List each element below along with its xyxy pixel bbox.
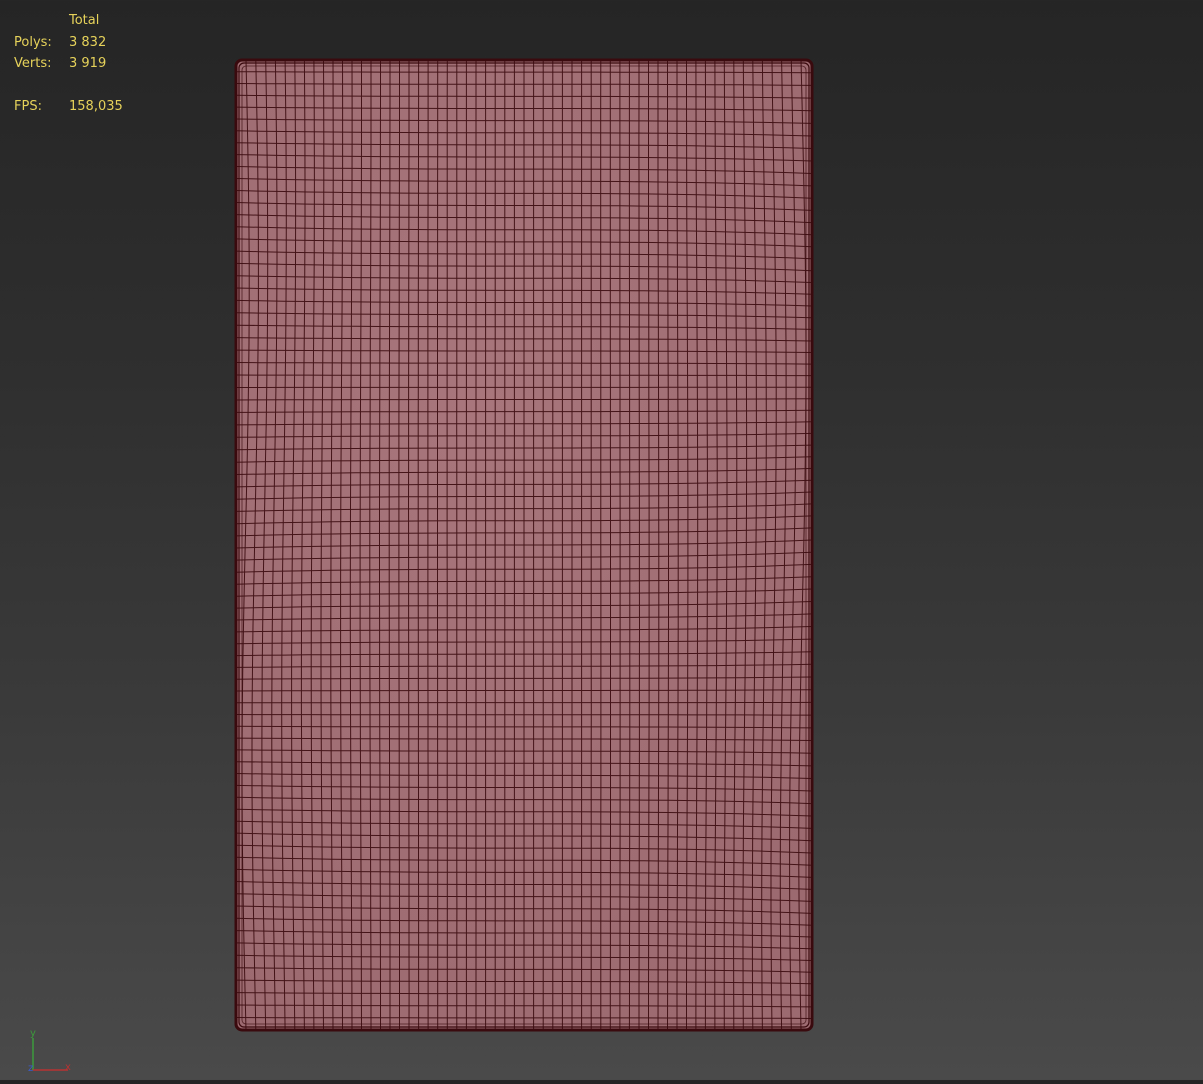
stats-header: Total — [69, 13, 100, 28]
wireframe-mesh[interactable] — [0, 0, 1203, 1080]
fps-value: 158,035 — [69, 99, 123, 114]
polys-value: 3 832 — [69, 34, 107, 50]
axis-x-label: x — [65, 1062, 71, 1073]
axis-z-label: z — [28, 1063, 34, 1074]
polys-label: Polys: — [14, 34, 52, 50]
verts-label: Verts: — [14, 56, 52, 71]
fps-label: FPS: — [14, 99, 42, 114]
axis-y-label: y — [30, 1028, 36, 1039]
verts-value: 3 919 — [69, 56, 107, 71]
viewport[interactable]: Total Polys: 3 832 Verts: 3 919 FPS: 158… — [0, 0, 1203, 1080]
axis-gizmo-icon: y x z — [24, 1028, 84, 1080]
